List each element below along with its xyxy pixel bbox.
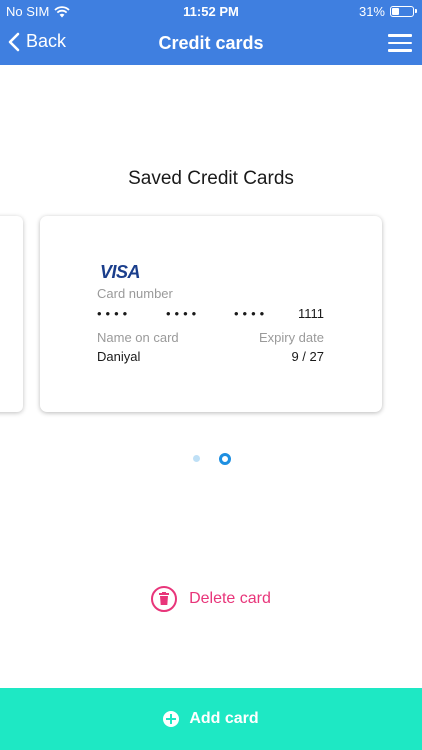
trash-icon: [151, 586, 178, 612]
battery-percent: 31%: [358, 4, 385, 19]
delete-card-label: Delete card: [189, 590, 271, 607]
add-card-label: Add card: [189, 710, 259, 727]
page-indicator: [0, 452, 422, 466]
name-on-card-label: Name on card: [97, 330, 179, 345]
battery-fill: [392, 8, 399, 15]
card-last4: 1111: [297, 306, 324, 321]
plus-circle-icon: [163, 711, 180, 727]
page-title: Credit cards: [158, 33, 264, 53]
previous-card-peek[interactable]: [0, 216, 23, 412]
section-title: Saved Credit Cards: [128, 168, 294, 189]
page-dot-1[interactable]: [193, 455, 200, 462]
card-number-dots-3: ••••: [234, 306, 269, 321]
battery-icon: [390, 6, 417, 17]
expiry-date-label: Expiry date: [258, 330, 324, 345]
page-dot-2-active[interactable]: [219, 453, 231, 465]
hamburger-menu-icon[interactable]: [388, 34, 412, 52]
card-number-label: Card number: [97, 286, 173, 301]
cardholder-name: Daniyal: [97, 349, 141, 364]
card-number-dots-1: ••••: [97, 306, 132, 321]
status-bar: No SIM 11:52 PM 31%: [0, 0, 422, 22]
nav-bar: Back Credit cards: [0, 22, 422, 65]
status-right: 31%: [358, 4, 417, 19]
credit-card[interactable]: VISA Card number •••• •••• •••• 1111 Nam…: [40, 216, 382, 412]
delete-card-button[interactable]: Delete card: [0, 586, 422, 612]
expiry-date-value: 9 / 27: [291, 349, 324, 364]
add-card-button[interactable]: Add card: [0, 688, 422, 750]
visa-logo: VISA: [100, 262, 141, 282]
card-number-dots-2: ••••: [166, 306, 201, 321]
